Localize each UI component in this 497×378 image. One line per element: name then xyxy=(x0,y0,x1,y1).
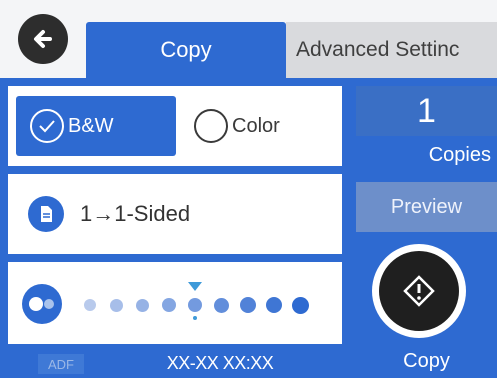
density-level-3[interactable] xyxy=(136,298,149,312)
start-diamond-icon xyxy=(403,275,435,307)
density-level-8[interactable] xyxy=(266,297,282,313)
back-button[interactable] xyxy=(18,14,68,64)
density-level-5[interactable] xyxy=(188,298,202,312)
density-level-7[interactable] xyxy=(240,297,256,313)
copies-count[interactable]: 1 xyxy=(356,86,497,136)
top-bar: Copy Advanced Settinc xyxy=(0,0,497,78)
check-circle-icon xyxy=(30,109,64,143)
density-level-1[interactable] xyxy=(84,299,96,311)
back-arrow-icon xyxy=(34,30,52,48)
datetime: XX-XX XX:XX xyxy=(166,353,274,373)
sided-label: 1→1-Sided xyxy=(80,201,191,226)
color-mode-row: B&W Color xyxy=(8,86,342,166)
copies-label: Copies xyxy=(356,140,497,170)
sided-row[interactable]: 1→1-Sided xyxy=(8,174,342,254)
status-bar: ADF XX-XX XX:XX xyxy=(0,348,348,378)
copy-screen: Copy Advanced Settinc B&W Color 1→1-Side… xyxy=(0,0,497,378)
density-level-4[interactable] xyxy=(162,298,176,312)
start-label: Copy xyxy=(403,350,450,372)
density-level-9[interactable] xyxy=(292,296,309,314)
radio-circle-icon xyxy=(194,109,228,143)
copies-value: 1 xyxy=(417,91,436,130)
settings-panel: B&W Color 1→1-Sided xyxy=(0,78,348,348)
adf-label: ADF xyxy=(48,356,74,372)
tab-advanced-label: Advanced Settinc xyxy=(296,38,460,61)
document-icon xyxy=(28,196,64,232)
density-marker-icon xyxy=(188,282,202,291)
color-option[interactable]: Color xyxy=(194,96,280,156)
density-scale[interactable] xyxy=(84,282,324,320)
preview-label: Preview xyxy=(390,195,463,218)
tab-copy[interactable]: Copy xyxy=(86,22,286,78)
start-button-inner xyxy=(379,251,459,331)
density-icon xyxy=(22,284,62,324)
density-level-6[interactable] xyxy=(214,297,229,313)
bw-label: B&W xyxy=(68,114,114,137)
color-label: Color xyxy=(232,114,280,137)
bw-option[interactable]: B&W xyxy=(16,96,176,156)
adf-indicator: ADF xyxy=(38,354,84,374)
start-copy-button[interactable] xyxy=(372,244,466,338)
density-row[interactable] xyxy=(8,262,342,344)
density-marker-dot xyxy=(193,316,197,320)
tab-advanced-settings[interactable]: Advanced Settinc xyxy=(286,22,497,78)
tab-copy-label: Copy xyxy=(160,37,212,62)
preview-button[interactable]: Preview xyxy=(356,182,497,232)
density-level-2[interactable] xyxy=(110,298,123,312)
